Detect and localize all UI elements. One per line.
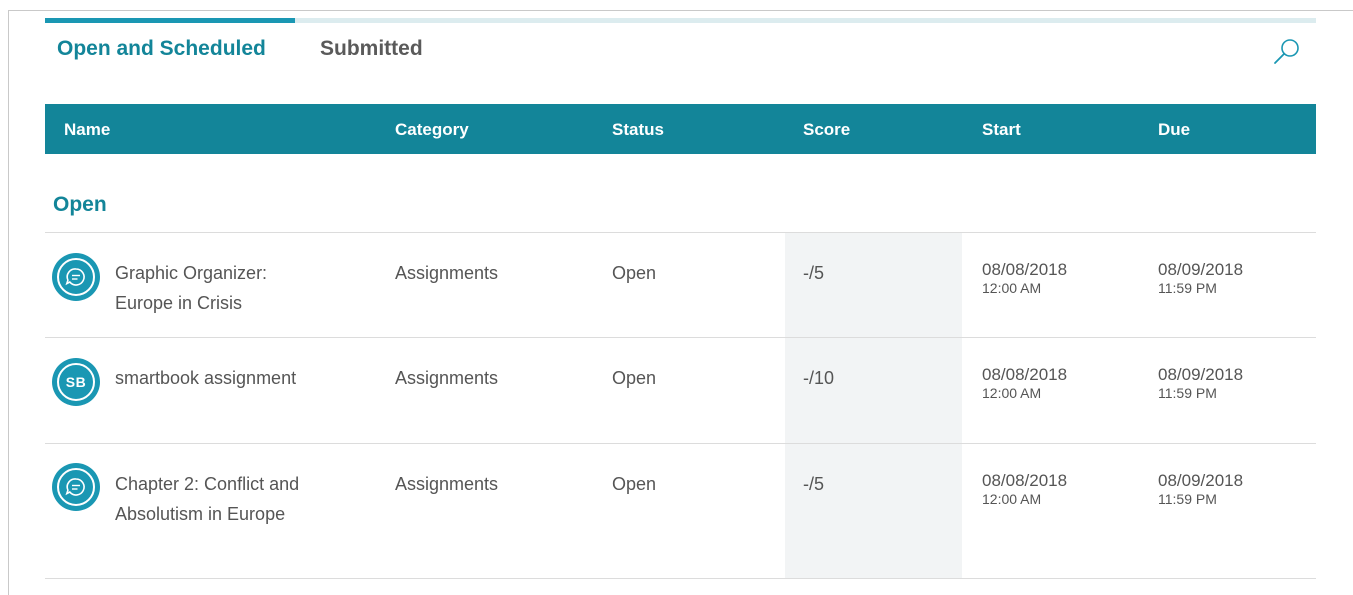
tab-track xyxy=(45,18,1316,23)
category-cell: Assignments xyxy=(395,263,499,283)
row-divider xyxy=(45,578,1316,579)
column-header-category[interactable]: Category xyxy=(395,104,469,154)
chat-bubble-icon xyxy=(52,253,100,301)
due-cell: 08/09/2018 11:59 PM xyxy=(1158,471,1243,507)
chat-bubble-icon xyxy=(52,463,100,511)
table-row: Graphic Organizer: Europe in Crisis Assi… xyxy=(45,233,1316,337)
column-header-start[interactable]: Start xyxy=(982,104,1021,154)
score-cell: -/5 xyxy=(803,474,825,494)
column-header-due[interactable]: Due xyxy=(1158,104,1190,154)
column-header-status[interactable]: Status xyxy=(612,104,664,154)
due-time: 11:59 PM xyxy=(1158,280,1217,296)
score-cell: -/5 xyxy=(803,263,825,283)
search-icon xyxy=(1274,39,1299,64)
due-time: 11:59 PM xyxy=(1158,385,1217,401)
due-cell: 08/09/2018 11:59 PM xyxy=(1158,260,1243,296)
start-cell: 08/08/2018 12:00 AM xyxy=(982,471,1067,507)
tab-submitted[interactable]: Submitted xyxy=(320,37,423,61)
table-row: SB smartbook assignment Assignments Open… xyxy=(45,338,1316,443)
start-time: 12:00 AM xyxy=(982,280,1042,296)
due-cell: 08/09/2018 11:59 PM xyxy=(1158,365,1243,401)
category-cell: Assignments xyxy=(395,368,499,388)
status-cell: Open xyxy=(612,263,657,283)
start-date: 08/08/2018 xyxy=(982,260,1068,279)
due-time: 11:59 PM xyxy=(1158,491,1217,507)
score-cell: -/10 xyxy=(803,368,835,388)
table-row: Chapter 2: Conflict and Absolutism in Eu… xyxy=(45,444,1316,578)
assignment-name-link[interactable]: Chapter 2: Conflict and Absolutism in Eu… xyxy=(115,469,325,529)
assignment-name-link[interactable]: smartbook assignment xyxy=(115,363,325,393)
start-cell: 08/08/2018 12:00 AM xyxy=(982,260,1067,296)
due-date: 08/09/2018 xyxy=(1158,471,1244,490)
start-cell: 08/08/2018 12:00 AM xyxy=(982,365,1067,401)
due-date: 08/09/2018 xyxy=(1158,365,1244,384)
tab-open-and-scheduled[interactable]: Open and Scheduled xyxy=(57,37,266,61)
start-time: 12:00 AM xyxy=(982,491,1042,507)
column-header-name[interactable]: Name xyxy=(64,104,110,154)
status-cell: Open xyxy=(612,368,657,388)
category-cell: Assignments xyxy=(395,474,499,494)
start-time: 12:00 AM xyxy=(982,385,1042,401)
due-date: 08/09/2018 xyxy=(1158,260,1244,279)
smartbook-icon-label: SB xyxy=(65,374,87,390)
search-button[interactable] xyxy=(1271,36,1303,68)
active-tab-indicator xyxy=(45,18,295,23)
assignment-name-link[interactable]: Graphic Organizer: Europe in Crisis xyxy=(115,258,325,318)
column-header-score[interactable]: Score xyxy=(803,104,850,154)
start-date: 08/08/2018 xyxy=(982,471,1068,490)
start-date: 08/08/2018 xyxy=(982,365,1068,384)
status-cell: Open xyxy=(612,474,657,494)
smartbook-icon: SB xyxy=(52,358,100,406)
table-header: Name Category Status Score Start Due xyxy=(45,104,1316,154)
section-title-open: Open xyxy=(53,193,107,216)
